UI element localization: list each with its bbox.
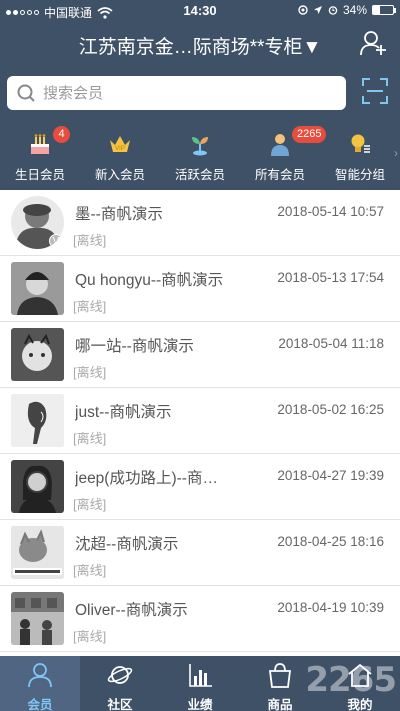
last-visit-date: 2018-05-14 10:57 <box>277 204 384 219</box>
birthday-count-badge: 4 <box>53 126 70 143</box>
avatar: V <box>11 196 64 249</box>
add-user-icon[interactable] <box>358 28 388 58</box>
watermark-logo: 2265 <box>305 660 397 700</box>
tab-community[interactable]: 社区 <box>80 656 160 711</box>
online-status: [离线] <box>73 563 107 578</box>
person-icon <box>271 134 289 156</box>
category-all[interactable]: 2265 所有会员 <box>240 124 327 184</box>
avatar <box>11 592 64 645</box>
shopping-bag-icon <box>268 663 292 688</box>
category-label: 生日会员 <box>14 168 65 182</box>
member-icon <box>28 663 52 688</box>
last-visit-date: 2018-04-27 19:39 <box>277 468 384 483</box>
list-item[interactable]: just--商帆演示 2018-05-02 16:25 [离线] <box>0 388 400 454</box>
member-name: jeep(成功路上)--商… <box>75 470 218 487</box>
last-visit-date: 2018-04-25 18:16 <box>277 534 384 549</box>
location-icon <box>298 5 308 15</box>
battery-percent: 34% <box>342 3 367 17</box>
category-smart-group[interactable]: 智能分组 <box>320 124 400 184</box>
vip-crown-icon: VIP <box>110 136 130 152</box>
avatar <box>11 262 64 315</box>
search-icon <box>17 84 35 102</box>
last-visit-date: 2018-05-13 17:54 <box>277 270 384 285</box>
category-label: 所有会员 <box>254 168 305 182</box>
svg-text:VIP: VIP <box>115 146 125 152</box>
category-birthday[interactable]: 4 生日会员 <box>0 124 80 184</box>
verified-badge: V <box>49 234 63 248</box>
member-name: just--商帆演示 <box>75 404 172 421</box>
search-input[interactable] <box>43 84 323 102</box>
tab-label: 业绩 <box>187 698 213 711</box>
category-active[interactable]: 活跃会员 <box>160 124 240 184</box>
tab-member[interactable]: 会员 <box>0 656 80 711</box>
member-name: 哪一站--商帆演示 <box>75 338 194 355</box>
list-item[interactable]: 哪一站--商帆演示 2018-05-04 11:18 [离线] <box>0 322 400 388</box>
avatar <box>11 394 64 447</box>
online-status: [离线] <box>73 233 107 248</box>
sprout-icon <box>192 137 208 156</box>
member-name: 墨--商帆演示 <box>75 206 163 223</box>
chevron-right-icon[interactable]: › <box>394 146 398 160</box>
status-bar: 中国联通 14:30 34% <box>0 0 400 22</box>
avatar <box>11 460 64 513</box>
list-item[interactable]: 沈超--商帆演示 2018-04-25 18:16 [离线] <box>0 520 400 586</box>
title-bar: 江苏南京金…际商场**专柜▼ <box>0 28 400 64</box>
last-visit-date: 2018-05-02 16:25 <box>277 402 384 417</box>
bulb-icon <box>351 134 370 153</box>
member-name: Oliver--商帆演示 <box>75 602 188 619</box>
list-item[interactable]: jeep(成功路上)--商… 2018-04-27 19:39 [离线] <box>0 454 400 520</box>
birthday-cake-icon <box>31 134 49 154</box>
last-visit-date: 2018-04-19 10:39 <box>277 600 384 615</box>
list-item[interactable]: Qu hongyu--商帆演示 2018-05-13 17:54 [离线] <box>0 256 400 322</box>
search-box[interactable] <box>7 76 346 110</box>
online-status: [离线] <box>73 629 107 644</box>
member-list: V 墨--商帆演示 2018-05-14 10:57 [离线] Qu hongy… <box>0 190 400 656</box>
member-name: Qu hongyu--商帆演示 <box>75 272 224 289</box>
tab-performance[interactable]: 业绩 <box>160 656 240 711</box>
search-row <box>0 74 400 114</box>
battery-icon <box>372 5 396 15</box>
bar-chart-icon <box>189 664 212 687</box>
category-label: 智能分组 <box>334 168 385 182</box>
avatar <box>11 328 64 381</box>
category-label: 新入会员 <box>94 168 145 182</box>
online-status: [离线] <box>73 431 107 446</box>
list-item[interactable]: Oliver--商帆演示 2018-04-19 10:39 [离线] <box>0 586 400 652</box>
online-status: [离线] <box>73 299 107 314</box>
navigation-icon <box>313 6 322 14</box>
category-new[interactable]: VIP 新入会员 <box>80 124 160 184</box>
tab-label: 会员 <box>27 698 53 711</box>
online-status: [离线] <box>73 365 107 380</box>
category-label: 活跃会员 <box>174 168 225 182</box>
app-header: 中国联通 14:30 34% 江苏南京金…际商场**专柜▼ 搜索会员 4 生日会… <box>0 0 400 190</box>
avatar <box>11 526 64 579</box>
scan-icon[interactable] <box>362 78 388 104</box>
list-item[interactable]: V 墨--商帆演示 2018-05-14 10:57 [离线] <box>0 190 400 256</box>
planet-icon <box>107 666 133 684</box>
store-selector[interactable]: 江苏南京金…际商场**专柜▼ <box>60 32 340 59</box>
last-visit-date: 2018-05-04 11:18 <box>278 336 384 351</box>
alarm-icon <box>328 6 338 15</box>
online-status: [离线] <box>73 497 107 512</box>
category-row: 4 生日会员 VIP 新入会员 活跃会员 2265 所有会员 智能分组 › <box>0 124 400 184</box>
tab-label: 社区 <box>107 698 133 711</box>
member-name: 沈超--商帆演示 <box>75 536 179 553</box>
